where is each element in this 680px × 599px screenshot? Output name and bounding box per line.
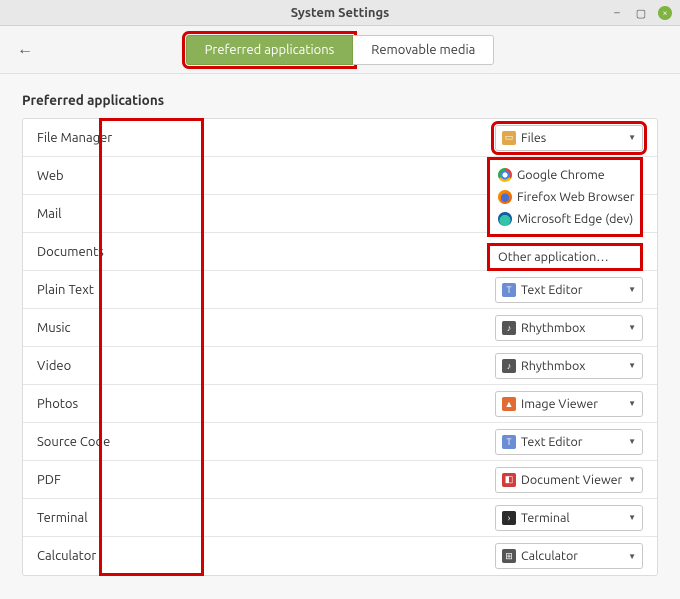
combo-photos[interactable]: ▲ Image Viewer ▼: [495, 391, 643, 417]
row-music: Music ♪ Rhythmbox ▼: [23, 309, 657, 347]
terminal-icon: ›: [502, 511, 516, 525]
tab-group: Preferred applications Removable media: [186, 35, 495, 65]
document-viewer-icon: ◧: [502, 473, 516, 487]
combo-value: Terminal: [521, 511, 570, 525]
minimize-button[interactable]: –: [610, 6, 624, 20]
chevron-down-icon: ▼: [628, 361, 636, 370]
web-option-firefox[interactable]: Firefox Web Browser: [490, 186, 640, 208]
chevron-down-icon: ▼: [628, 133, 636, 142]
combo-value: Calculator: [521, 549, 578, 563]
row-plain-text: Plain Text T Text Editor ▼: [23, 271, 657, 309]
music-note-icon: ♪: [502, 359, 516, 373]
option-label: Firefox Web Browser: [517, 190, 635, 204]
chevron-down-icon: ▼: [628, 399, 636, 408]
row-web: Web Google Chrome Firefox Web Browser: [23, 157, 657, 195]
combo-value: Rhythmbox: [521, 359, 586, 373]
maximize-button[interactable]: ▢: [634, 6, 648, 20]
section-title: Preferred applications: [22, 92, 658, 108]
row-label: Plain Text: [37, 283, 237, 297]
row-video: Video ♪ Rhythmbox ▼: [23, 347, 657, 385]
row-label: Calculator: [37, 549, 237, 563]
row-photos: Photos ▲ Image Viewer ▼: [23, 385, 657, 423]
row-calculator: Calculator ⊞ Calculator ▼: [23, 537, 657, 575]
text-editor-icon: T: [502, 283, 516, 297]
combo-pdf[interactable]: ◧ Document Viewer ▼: [495, 467, 643, 493]
row-label: Photos: [37, 397, 237, 411]
back-arrow-icon: ←: [17, 40, 33, 59]
row-label: Mail: [37, 207, 237, 221]
row-pdf: PDF ◧ Document Viewer ▼: [23, 461, 657, 499]
web-option-chrome[interactable]: Google Chrome: [490, 164, 640, 186]
combo-value: Document Viewer: [521, 473, 622, 487]
headerbar: ← Preferred applications Removable media: [0, 26, 680, 74]
combo-music[interactable]: ♪ Rhythmbox ▼: [495, 315, 643, 341]
tab-preferred-applications[interactable]: Preferred applications: [186, 35, 354, 65]
combo-value: Rhythmbox: [521, 321, 586, 335]
chevron-down-icon: ▼: [628, 552, 636, 561]
firefox-icon: [498, 190, 512, 204]
chevron-down-icon: ▼: [628, 475, 636, 484]
combo-file-manager[interactable]: ▭ Files ▼: [495, 125, 643, 151]
combo-plain-text[interactable]: T Text Editor ▼: [495, 277, 643, 303]
combo-video[interactable]: ♪ Rhythmbox ▼: [495, 353, 643, 379]
row-label: Terminal: [37, 511, 237, 525]
titlebar: System Settings – ▢ ×: [0, 0, 680, 26]
combo-terminal[interactable]: › Terminal ▼: [495, 505, 643, 531]
folder-icon: ▭: [502, 131, 516, 145]
web-option-edge[interactable]: Microsoft Edge (dev): [490, 208, 640, 230]
tab-label: Preferred applications: [205, 43, 335, 57]
row-label: Documents: [37, 245, 237, 259]
calculator-icon: ⊞: [502, 549, 516, 563]
row-terminal: Terminal › Terminal ▼: [23, 499, 657, 537]
combo-value: Text Editor: [521, 435, 583, 449]
combo-value: Files: [521, 131, 546, 145]
row-label: File Manager: [37, 131, 237, 145]
preferred-apps-list: File Manager ▭ Files ▼ Web: [22, 118, 658, 576]
edge-icon: [498, 212, 512, 226]
web-option-other-application[interactable]: Other application…: [487, 243, 643, 271]
row-source-code: Source Code T Text Editor ▼: [23, 423, 657, 461]
row-label: Video: [37, 359, 237, 373]
chevron-down-icon: ▼: [628, 285, 636, 294]
chevron-down-icon: ▼: [628, 513, 636, 522]
chevron-down-icon: ▼: [628, 323, 636, 332]
tab-label: Removable media: [371, 43, 475, 57]
combo-value: Text Editor: [521, 283, 583, 297]
text-editor-icon: T: [502, 435, 516, 449]
music-note-icon: ♪: [502, 321, 516, 335]
image-viewer-icon: ▲: [502, 397, 516, 411]
tab-removable-media[interactable]: Removable media: [353, 35, 494, 65]
close-button[interactable]: ×: [658, 6, 672, 20]
chrome-icon: [498, 168, 512, 182]
combo-source-code[interactable]: T Text Editor ▼: [495, 429, 643, 455]
option-label: Microsoft Edge (dev): [517, 212, 633, 226]
window-title: System Settings: [291, 6, 390, 20]
row-label: Web: [37, 169, 237, 183]
web-dropdown-popup: Google Chrome Firefox Web Browser Micros…: [487, 157, 643, 271]
row-label: Source Code: [37, 435, 237, 449]
back-button[interactable]: ←: [14, 38, 36, 60]
combo-value: Image Viewer: [521, 397, 598, 411]
option-label: Google Chrome: [517, 168, 605, 182]
combo-calculator[interactable]: ⊞ Calculator ▼: [495, 543, 643, 569]
row-file-manager: File Manager ▭ Files ▼: [23, 119, 657, 157]
chevron-down-icon: ▼: [628, 437, 636, 446]
row-label: Music: [37, 321, 237, 335]
option-label: Other application…: [498, 250, 609, 264]
row-label: PDF: [37, 473, 237, 487]
